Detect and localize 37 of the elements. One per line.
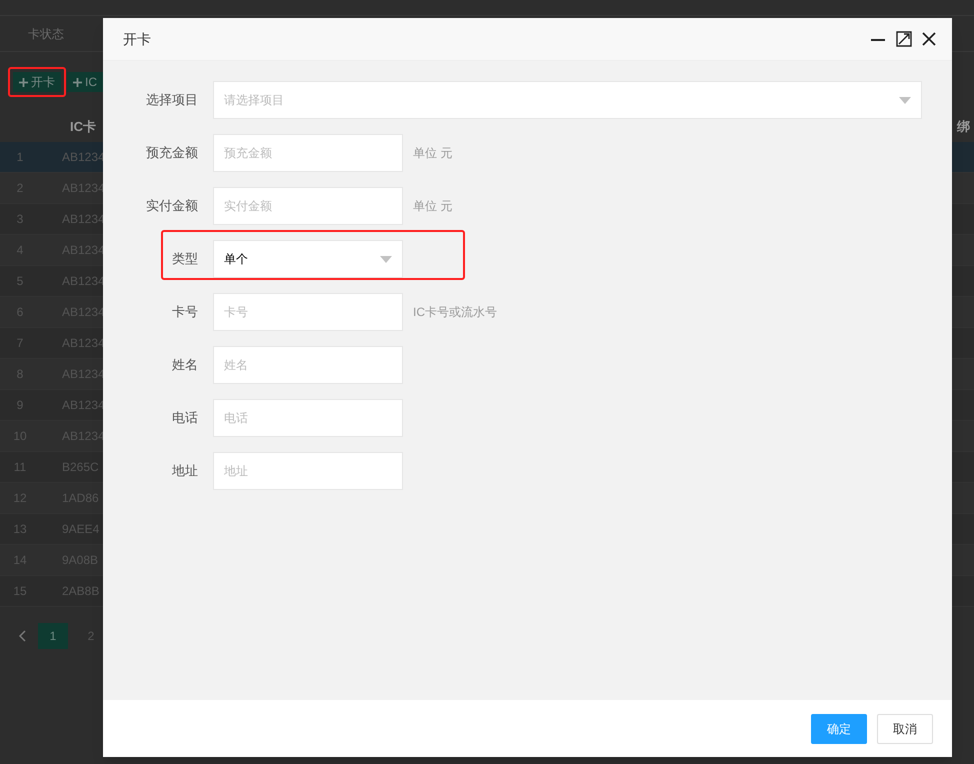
- table-cell-text: AB1234: [61, 149, 105, 166]
- dropdown-caret-icon: [380, 256, 392, 262]
- status-tab[interactable]: 卡状态: [0, 24, 92, 42]
- add-button[interactable]: IC: [67, 72, 103, 92]
- field-hint: 单位 元: [412, 198, 452, 215]
- field-label: 选择项目: [145, 91, 199, 110]
- field-label: 姓名: [171, 356, 199, 374]
- field-label: 卡号: [171, 303, 199, 322]
- plus-icon: [19, 78, 28, 86]
- input-field[interactable]: 预充金额: [213, 134, 403, 172]
- dialog-title: 开卡: [123, 30, 151, 48]
- plus-icon: [73, 78, 82, 86]
- input-field[interactable]: 姓名: [213, 346, 403, 384]
- input-field[interactable]: 地址: [213, 452, 403, 490]
- select-field[interactable]: 单个: [213, 240, 403, 278]
- previous-page-icon[interactable]: [18, 630, 26, 642]
- field-hint: 单位 元: [412, 145, 452, 162]
- add-button[interactable]: 开卡: [13, 72, 61, 92]
- dropdown-caret-icon: [899, 96, 911, 104]
- confirm-button[interactable]: 确定: [811, 714, 867, 744]
- select-field[interactable]: 请选择项目: [213, 81, 922, 119]
- column-header: IC卡: [69, 118, 96, 136]
- field-label: 地址: [171, 462, 199, 480]
- close-icon[interactable]: [922, 32, 936, 46]
- cancel-button[interactable]: 取消: [877, 714, 933, 744]
- input-field[interactable]: 卡号: [213, 293, 403, 331]
- field-label: 电话: [171, 409, 199, 428]
- field-label: 类型: [171, 250, 199, 268]
- input-field[interactable]: 实付金额: [213, 187, 403, 225]
- maximize-icon[interactable]: [896, 31, 912, 47]
- row-number: 1: [16, 149, 24, 166]
- field-label: 预充金额: [145, 144, 199, 162]
- field-hint: IC卡号或流水号: [412, 304, 497, 321]
- page-button[interactable]: 1: [38, 623, 68, 649]
- field-label: 实付金额: [145, 197, 199, 216]
- input-field[interactable]: 电话: [213, 399, 403, 437]
- column-header: 绑: [957, 118, 970, 136]
